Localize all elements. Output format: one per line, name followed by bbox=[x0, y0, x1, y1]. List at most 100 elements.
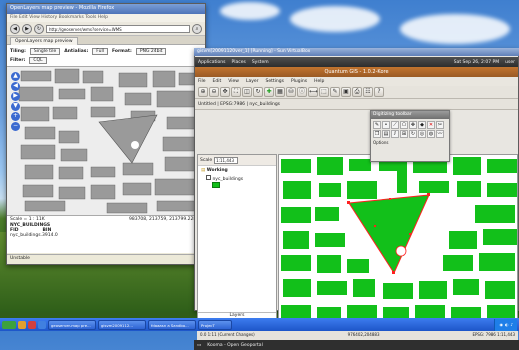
pan-right-icon[interactable]: ▶ bbox=[11, 92, 20, 101]
task-firefox[interactable]: geoserver-map pre... bbox=[48, 319, 96, 330]
quicklaunch-icon[interactable] bbox=[18, 320, 26, 329]
paste-icon[interactable]: ▤ bbox=[382, 130, 390, 138]
zoom-in-icon[interactable]: + bbox=[11, 112, 20, 121]
toolbox-title: Digitizing toolbar bbox=[371, 111, 449, 119]
refresh-icon[interactable]: ↻ bbox=[253, 87, 263, 97]
attribute-table-icon[interactable]: ☷ bbox=[363, 87, 373, 97]
navigation-bar: ◀ ▶ ↻ http://geoserver/wms?service=WMS ⌕ bbox=[7, 22, 205, 36]
firefox-menu-bar[interactable]: File Edit View History Bookmarks Tools H… bbox=[7, 14, 205, 22]
rotate-icon[interactable]: ↻ bbox=[409, 130, 417, 138]
gnome-bottom-panel: ▭ Kooma - Open Geoportal bbox=[194, 340, 519, 350]
places-menu[interactable]: Places bbox=[232, 60, 246, 65]
menu-plugins[interactable]: Plugins bbox=[291, 77, 307, 86]
pan-down-icon[interactable]: ▼ bbox=[11, 102, 20, 111]
filter-select[interactable]: CQL bbox=[29, 57, 47, 64]
task-virtualbox[interactable]: gisvm2009112... bbox=[98, 319, 146, 330]
zoom-layer-icon[interactable]: ◫ bbox=[242, 87, 252, 97]
tray-icon[interactable]: ◉ bbox=[499, 322, 503, 327]
capture-point-icon[interactable]: • bbox=[382, 121, 390, 129]
select-icon[interactable]: ⬚ bbox=[319, 87, 329, 97]
feature-info-panel: Scale = 1 : 11K 983708, 213759, 213799.2… bbox=[7, 215, 205, 253]
edit-icon[interactable]: ✎ bbox=[373, 121, 381, 129]
add-vector-icon[interactable]: ✚ bbox=[264, 87, 274, 97]
tray-icon[interactable]: ◐ bbox=[505, 322, 509, 327]
format-label: Format: bbox=[111, 49, 132, 54]
menu-file[interactable]: File bbox=[198, 77, 206, 86]
url-input[interactable]: http://geoserver/wms?service=WMS bbox=[46, 24, 190, 33]
measure-icon[interactable]: ⟷ bbox=[308, 87, 318, 97]
format-select[interactable]: PNG 24bit bbox=[135, 48, 167, 55]
capture-line-icon[interactable]: ⟋ bbox=[391, 121, 399, 129]
task-project[interactable]: ProjecT bbox=[198, 319, 232, 330]
zoom-in-icon[interactable]: ⊕ bbox=[198, 87, 208, 97]
pan-left-icon[interactable]: ◀ bbox=[11, 82, 20, 91]
menu-layer[interactable]: Layer bbox=[246, 77, 259, 86]
reload-icon[interactable]: ↻ bbox=[34, 23, 44, 34]
copy-icon[interactable]: ❐ bbox=[373, 130, 381, 138]
add-postgis-icon[interactable]: ⛁ bbox=[286, 87, 296, 97]
menu-settings[interactable]: Settings bbox=[265, 77, 283, 86]
move-icon[interactable]: ✥ bbox=[409, 121, 417, 129]
node-icon[interactable]: ◆ bbox=[418, 121, 426, 129]
menu-view[interactable]: View bbox=[228, 77, 239, 86]
pan-icon[interactable]: ✥ bbox=[220, 87, 230, 97]
project-path: Untitled | EPSG:7986 | nyc_buildings bbox=[198, 101, 281, 107]
clock[interactable]: Sat Sep 26, 2:07 PM bbox=[454, 60, 499, 65]
layer-group[interactable]: ▤ Working bbox=[198, 166, 276, 175]
tab-map-preview[interactable]: OpenLayers map preview bbox=[10, 37, 78, 45]
gray-building-map bbox=[18, 68, 202, 214]
island-icon[interactable]: ◍ bbox=[427, 130, 435, 138]
firefox-title-bar: OpenLayers map preview - Mozilla Firefox bbox=[7, 4, 205, 14]
save-icon[interactable]: ▣ bbox=[341, 87, 351, 97]
start-icon[interactable] bbox=[2, 320, 16, 329]
ring-icon[interactable]: ◎ bbox=[418, 130, 426, 138]
layer-visible-checkbox[interactable] bbox=[206, 175, 211, 180]
menu-edit[interactable]: Edit bbox=[213, 77, 222, 86]
forward-icon[interactable]: ▶ bbox=[22, 23, 32, 34]
coordinate-readout: 983708, 213759, 213799.22831 bbox=[128, 217, 202, 222]
volume-icon[interactable]: ♪ bbox=[510, 322, 513, 327]
merge-icon[interactable]: ⊞ bbox=[400, 130, 408, 138]
user-menu[interactable]: user bbox=[505, 60, 515, 65]
pan-up-icon[interactable]: ▲ bbox=[11, 72, 20, 81]
applications-menu[interactable]: Applications bbox=[198, 60, 226, 65]
print-icon[interactable]: ⎙ bbox=[352, 87, 362, 97]
back-icon[interactable]: ◀ bbox=[10, 23, 20, 34]
quicklaunch-icon[interactable] bbox=[28, 320, 36, 329]
delete-icon[interactable]: ✕ bbox=[427, 121, 435, 129]
options-button[interactable]: Options bbox=[371, 140, 449, 145]
show-desktop-icon[interactable]: ▭ bbox=[197, 343, 201, 348]
layer-item[interactable]: nyc_buildings bbox=[198, 175, 276, 182]
map-canvas[interactable] bbox=[278, 154, 518, 331]
zoom-full-icon[interactable]: ⛶ bbox=[231, 87, 241, 97]
search-icon[interactable]: ⌕ bbox=[192, 23, 202, 34]
scale-readout: Scale = 1 : 11K bbox=[10, 217, 45, 222]
help-icon[interactable]: ? bbox=[374, 87, 384, 97]
gnome-top-panel: Applications Places System Sat Sep 26, 2… bbox=[195, 57, 518, 67]
task-sandbox[interactable]: fdaaasn a Sandbo... bbox=[148, 319, 196, 330]
menu-help[interactable]: Help bbox=[314, 77, 324, 86]
quicklaunch-icon[interactable] bbox=[38, 320, 46, 329]
system-tray: ◉ ◐ ♪ bbox=[494, 318, 517, 331]
bottom-task-item[interactable]: Kooma - Open Geoportal bbox=[207, 343, 263, 348]
capture-polygon-icon[interactable]: ⬠ bbox=[400, 121, 408, 129]
add-raster-icon[interactable]: ▦ bbox=[275, 87, 285, 97]
tiling-select[interactable]: Single tile bbox=[29, 48, 61, 55]
folder-icon: ▤ bbox=[201, 168, 206, 173]
system-menu[interactable]: System bbox=[252, 60, 269, 65]
split-icon[interactable]: ⫽ bbox=[391, 130, 399, 138]
openlayers-map[interactable]: ▲ ◀ ▶ ▼ + − bbox=[7, 67, 205, 215]
identify-icon[interactable]: ⓘ bbox=[297, 87, 307, 97]
zoom-out-icon[interactable]: ⊖ bbox=[209, 87, 219, 97]
toolbox-buttons: ✎ • ⟋ ⬠ ✥ ◆ ✕ ✂ ❐ ▤ ⫽ ⊞ ↻ ◎ ◍ 〰 bbox=[371, 119, 449, 140]
zoom-out-icon[interactable]: − bbox=[11, 122, 20, 131]
cut-icon[interactable]: ✂ bbox=[436, 121, 444, 129]
scale-input[interactable]: 1:11,443 bbox=[214, 156, 239, 164]
green-building-map bbox=[281, 155, 517, 323]
simplify-icon[interactable]: 〰 bbox=[436, 130, 444, 138]
tab-strip: OpenLayers map preview bbox=[7, 36, 205, 45]
antialias-select[interactable]: Full bbox=[92, 48, 108, 55]
zoom-control: ▲ ◀ ▶ ▼ + − bbox=[11, 72, 20, 132]
edit-icon[interactable]: ✎ bbox=[330, 87, 340, 97]
status-right: EPSG: 7986 1:11,443 bbox=[472, 332, 515, 337]
